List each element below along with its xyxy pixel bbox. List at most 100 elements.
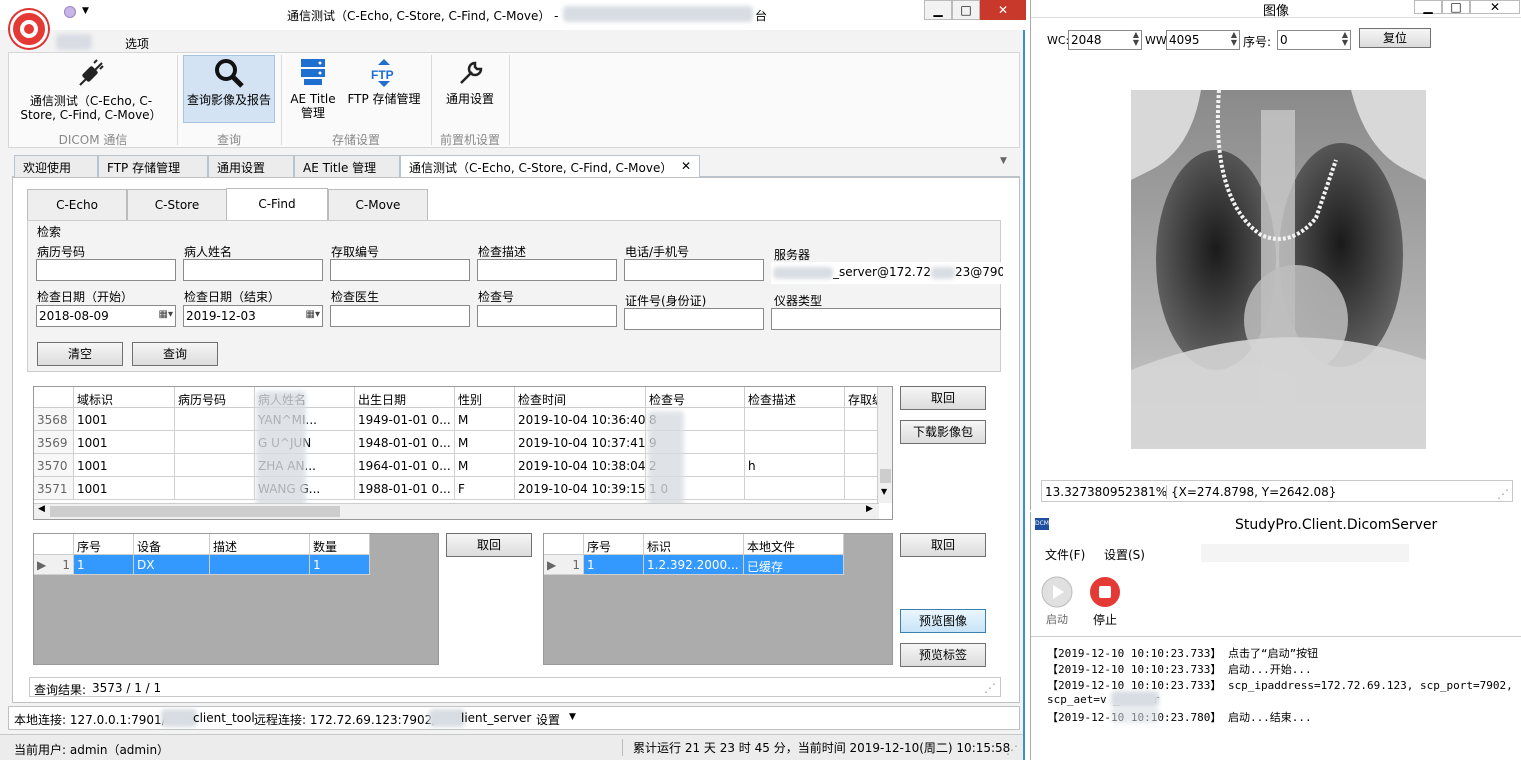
table-cell[interactable] xyxy=(210,555,310,575)
viewer-minimize-button[interactable]: ▁ xyxy=(1414,0,1442,14)
resize-grip-icon[interactable]: ⋰ xyxy=(984,681,996,695)
table-cell[interactable]: 1001 xyxy=(74,477,175,500)
column-header[interactable]: 检查时间 xyxy=(515,387,646,408)
close-tab-icon[interactable]: ✕ xyxy=(681,159,691,173)
download-package-button[interactable]: 下载影像包 xyxy=(900,420,986,444)
table-cell[interactable] xyxy=(845,477,879,500)
quick-access-icon[interactable] xyxy=(64,6,76,18)
vertical-scrollbar[interactable]: ▼ xyxy=(877,387,892,503)
table-cell[interactable] xyxy=(845,431,879,454)
images-table[interactable]: 序号 标识 本地文件 ▶ 1 1 1.2.392.2000... 已缓存 xyxy=(543,533,893,665)
retrieve-series-button[interactable]: 取回 xyxy=(446,533,532,557)
menu-file[interactable]: 文件(F) xyxy=(1045,546,1085,563)
table-cell[interactable]: 2019-10-04 10:39:15 xyxy=(515,477,646,500)
column-header[interactable]: 域标识 xyxy=(74,387,175,408)
calendar-icon[interactable]: ▦▾ xyxy=(306,309,320,320)
column-header[interactable]: 病历号码 xyxy=(175,387,255,408)
spinner-arrows-icon[interactable]: ▲ ▼ xyxy=(1133,31,1139,47)
table-cell[interactable] xyxy=(175,454,255,477)
tab-c-move[interactable]: C-Move xyxy=(328,189,428,221)
tab-comm-test[interactable]: 通信测试（C-Echo, C-Store, C-Find, C-Move） ✕ xyxy=(400,155,700,178)
table-cell[interactable]: 1964-01-01 0... xyxy=(355,454,455,477)
table-cell[interactable]: M xyxy=(455,408,515,431)
column-header[interactable]: 设备 xyxy=(134,534,210,555)
device-type-input[interactable] xyxy=(771,308,1001,330)
query-images-button[interactable]: 查询影像及报告 xyxy=(183,55,275,123)
row-header[interactable]: 3571 xyxy=(34,477,74,500)
row-header[interactable]: ▶ 1 xyxy=(544,555,584,575)
minimize-button[interactable]: ▁ xyxy=(924,0,952,20)
tab-ftp[interactable]: FTP 存储管理 xyxy=(98,155,208,177)
resize-grip-icon[interactable]: ⋰ xyxy=(1497,487,1509,501)
tab-welcome[interactable]: 欢迎使用 xyxy=(14,155,98,177)
viewer-maximize-button[interactable]: □ xyxy=(1442,0,1470,14)
table-cell[interactable]: 1 xyxy=(74,555,134,575)
comm-test-button[interactable]: 通信测试（C-Echo, C-Store, C-Find, C-Move） xyxy=(11,57,171,129)
scroll-right-icon[interactable]: ▶ xyxy=(866,504,873,514)
tab-ae-title[interactable]: AE Title 管理 xyxy=(294,155,400,177)
clear-button[interactable]: 清空 xyxy=(37,342,123,366)
table-cell[interactable] xyxy=(745,431,845,454)
preview-image-button[interactable]: 预览图像 xyxy=(900,609,986,633)
scroll-thumb[interactable] xyxy=(50,506,340,517)
table-cell[interactable]: F xyxy=(455,477,515,500)
table-cell[interactable] xyxy=(175,477,255,500)
table-cell[interactable]: M xyxy=(455,454,515,477)
table-cell[interactable]: M xyxy=(455,431,515,454)
general-settings-button[interactable]: 通用设置 xyxy=(437,57,503,125)
quick-access-dropdown-icon[interactable]: ▼ xyxy=(82,6,89,16)
results-table[interactable]: 域标识 病历号码 病人姓名 出生日期 性别 检查时间 检查号 检查描述 存取编 … xyxy=(33,386,893,520)
column-header[interactable]: 检查号 xyxy=(646,387,745,408)
resize-grip-icon[interactable]: ⋰ xyxy=(1006,743,1018,757)
table-cell[interactable]: 2019-10-04 10:36:40 xyxy=(515,408,646,431)
menu-settings[interactable]: 设置(S) xyxy=(1104,546,1145,563)
row-header[interactable]: ▶ 1 xyxy=(34,555,74,575)
patient-name-input[interactable] xyxy=(183,259,323,281)
table-cell[interactable]: 1949-01-01 0... xyxy=(355,408,455,431)
start-server-button[interactable]: 启动 xyxy=(1039,576,1075,626)
table-cell[interactable]: 1 xyxy=(310,555,370,575)
series-table[interactable]: 序号 设备 描述 数量 ▶ 1 1 DX 1 xyxy=(33,533,439,665)
retrieve-image-button[interactable]: 取回 xyxy=(900,533,986,557)
maximize-button[interactable]: □ xyxy=(952,0,980,20)
table-cell[interactable]: 已缓存 xyxy=(744,555,844,575)
spinner-arrows-icon[interactable]: ▲ ▼ xyxy=(1342,31,1348,47)
scroll-left-icon[interactable]: ◀ xyxy=(38,504,45,514)
table-cell[interactable] xyxy=(845,408,879,431)
table-cell[interactable] xyxy=(745,408,845,431)
column-header[interactable]: 序号 xyxy=(584,534,644,555)
column-header[interactable]: 描述 xyxy=(210,534,310,555)
column-header[interactable]: 数量 xyxy=(310,534,370,555)
record-no-input[interactable] xyxy=(36,259,176,281)
ww-spinner[interactable]: 4095 ▲ ▼ xyxy=(1166,30,1240,50)
table-cell[interactable]: 1001 xyxy=(74,454,175,477)
table-cell[interactable] xyxy=(175,408,255,431)
tab-c-store[interactable]: C-Store xyxy=(127,189,227,221)
table-cell[interactable]: 1 xyxy=(584,555,644,575)
tab-c-find[interactable]: C-Find xyxy=(226,188,328,222)
seq-spinner[interactable]: 0 ▲ ▼ xyxy=(1277,30,1351,50)
spinner-arrows-icon[interactable]: ▲ ▼ xyxy=(1231,31,1237,47)
table-cell[interactable]: 2019-10-04 10:37:41 xyxy=(515,431,646,454)
row-header[interactable]: 3570 xyxy=(34,454,74,477)
retrieve-study-button[interactable]: 取回 xyxy=(900,386,986,410)
row-header[interactable]: 3569 xyxy=(34,431,74,454)
tab-c-echo[interactable]: C-Echo xyxy=(27,189,127,221)
ftp-storage-button[interactable]: FTP FTP 存储管理 xyxy=(343,57,425,125)
phone-input[interactable] xyxy=(624,259,764,281)
stop-server-button[interactable]: 停止 xyxy=(1087,576,1123,627)
column-header[interactable]: 检查描述 xyxy=(745,387,845,408)
wc-spinner[interactable]: 2048 ▲ ▼ xyxy=(1068,30,1142,50)
calendar-icon[interactable]: ▦▾ xyxy=(159,309,173,320)
connection-settings[interactable]: 设置 xyxy=(536,711,560,728)
table-cell[interactable] xyxy=(845,454,879,477)
table-cell[interactable] xyxy=(745,477,845,500)
column-header[interactable]: 本地文件 xyxy=(744,534,844,555)
table-cell[interactable]: 1001 xyxy=(74,408,175,431)
exam-no-input[interactable] xyxy=(477,305,617,327)
table-cell[interactable]: 1.2.392.2000... xyxy=(644,555,744,575)
scroll-down-icon[interactable]: ▼ xyxy=(881,487,887,496)
close-button[interactable]: ✕ xyxy=(980,0,1026,20)
table-cell[interactable] xyxy=(175,431,255,454)
table-cell[interactable]: 1001 xyxy=(74,431,175,454)
